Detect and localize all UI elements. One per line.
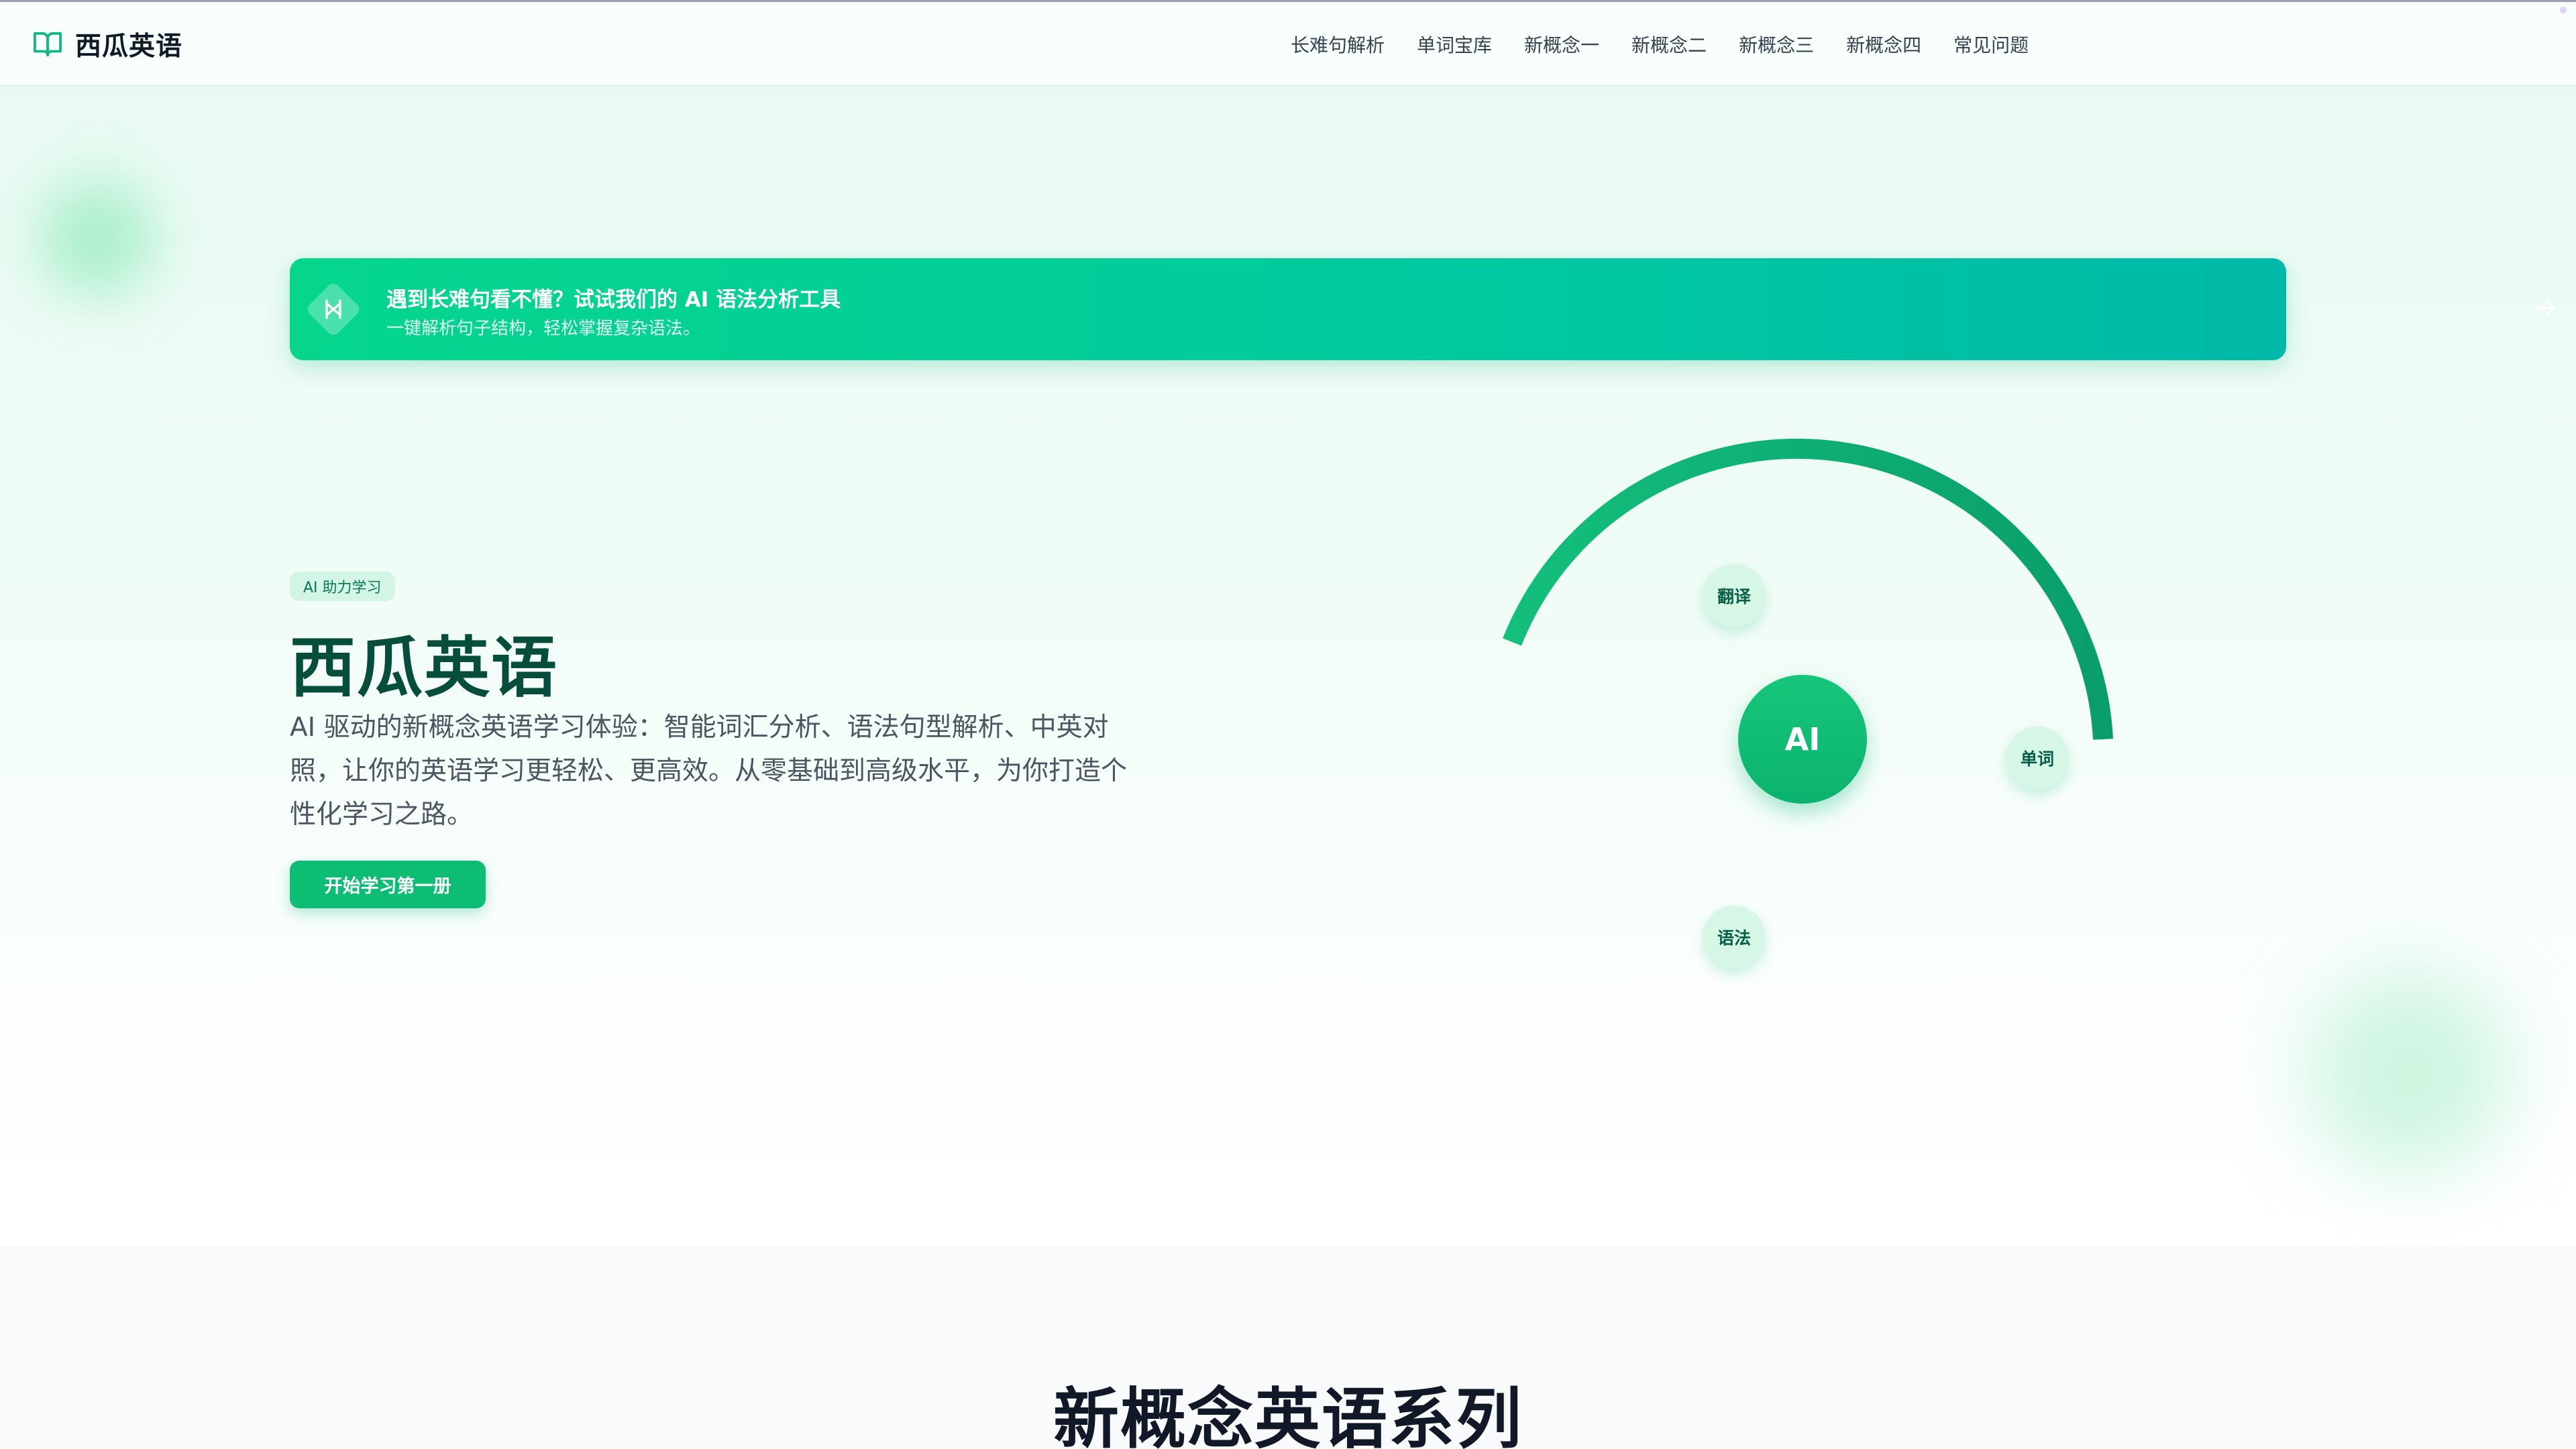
nav-item-nce-1[interactable]: 新概念一	[1524, 31, 1599, 58]
arrow-right-icon	[2530, 293, 2560, 325]
hero-description: AI 驱动的新概念英语学习体验：智能词汇分析、语法句型解析、中英对照，让你的英语…	[290, 712, 1128, 830]
banner-title: 遇到长难句看不懂？试试我们的 AI 语法分析工具	[386, 288, 841, 312]
banner-subtitle: 一键解析句子结构，轻松掌握复杂语法。	[386, 319, 701, 339]
feature-chip-grammar[interactable]: 语法	[1703, 906, 1766, 969]
decorative-glow-right	[2308, 973, 2509, 1174]
feature-chip-translate[interactable]: 翻译	[1703, 564, 1766, 627]
nav-item-vocabulary[interactable]: 单词宝库	[1417, 31, 1492, 58]
brand-name: 西瓜英语	[75, 32, 183, 62]
start-book-one-button[interactable]: 开始学习第一册	[290, 861, 486, 908]
top-navbar: 西瓜英语 长难句解析 单词宝库 新概念一 新概念二 新概念三 新概念四 常见问题	[0, 2, 2576, 87]
nav-item-long-sentence[interactable]: 长难句解析	[1291, 31, 1385, 58]
ai-badge: AI 助力学习	[290, 572, 395, 601]
series-section: 新概念英语系列	[0, 1246, 2576, 1449]
nav-item-nce-4[interactable]: 新概念四	[1846, 31, 1921, 58]
feature-chip-words[interactable]: 单词	[2006, 727, 2069, 790]
split-arrows-icon	[305, 280, 362, 338]
main-nav: 长难句解析 单词宝库 新概念一 新概念二 新概念三 新概念四 常见问题	[1291, 2, 2029, 87]
grammar-tool-banner[interactable]: 遇到长难句看不懂？试试我们的 AI 语法分析工具 一键解析句子结构，轻松掌握复杂…	[290, 258, 2555, 360]
hero-title: 西瓜英语	[290, 630, 559, 706]
decorative-glow-left	[40, 181, 154, 295]
nav-item-nce-2[interactable]: 新概念二	[1631, 31, 1707, 58]
brand-logo-link[interactable]: 西瓜英语	[32, 2, 182, 87]
nav-item-faq[interactable]: 常见问题	[1953, 31, 2029, 58]
nav-item-nce-3[interactable]: 新概念三	[1739, 31, 1814, 58]
series-title: 新概念英语系列	[1053, 1381, 1523, 1449]
ai-center-circle: AI	[1738, 675, 1867, 804]
book-open-icon	[32, 31, 63, 58]
